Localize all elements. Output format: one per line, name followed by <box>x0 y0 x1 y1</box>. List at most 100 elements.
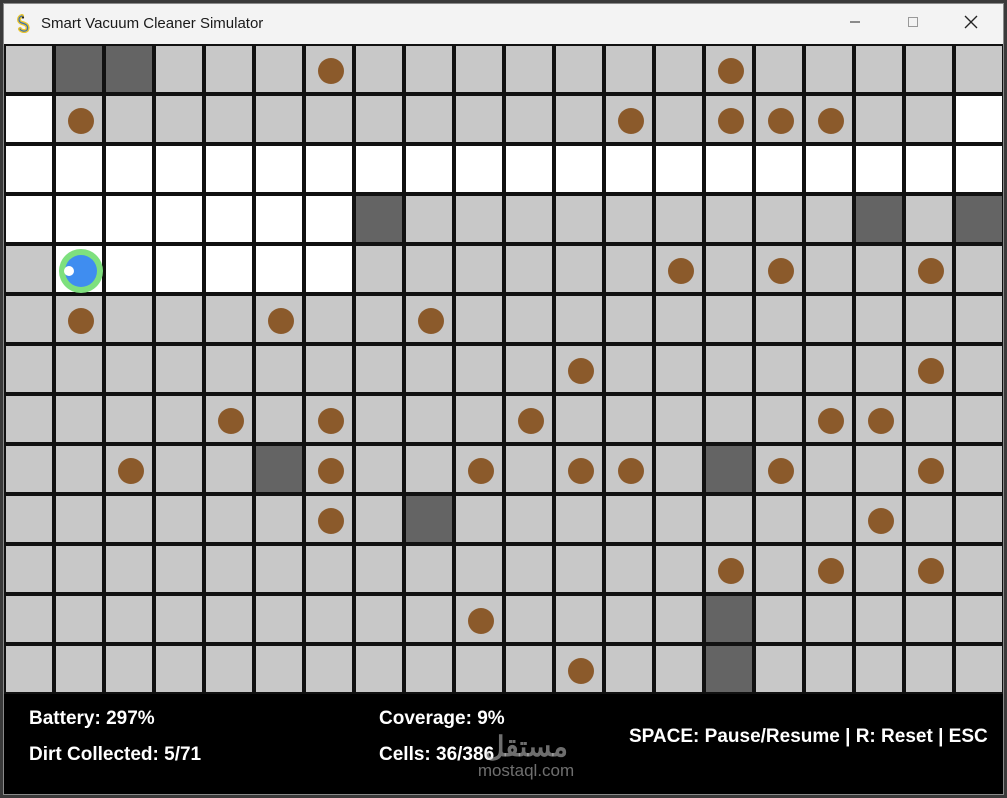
cleaned-cell <box>254 244 304 294</box>
floor-cell <box>504 494 554 544</box>
floor-cell <box>804 344 854 394</box>
dirt-spot <box>868 508 894 534</box>
maximize-button[interactable] <box>884 4 942 44</box>
dirt-spot <box>768 108 794 134</box>
floor-cell <box>404 644 454 694</box>
floor-cell <box>804 644 854 694</box>
obstacle-cell <box>104 44 154 94</box>
floor-cell <box>304 544 354 594</box>
floor-cell <box>354 544 404 594</box>
floor-cell <box>504 394 554 444</box>
floor-cell <box>454 94 504 144</box>
floor-cell <box>604 644 654 694</box>
cleaned-cell <box>254 194 304 244</box>
cleaned-cell <box>254 144 304 194</box>
obstacle-cell <box>954 194 1003 244</box>
floor-cell <box>804 44 854 94</box>
floor-cell <box>504 194 554 244</box>
obstacle-cell <box>404 494 454 544</box>
floor-cell <box>654 344 704 394</box>
floor-cell <box>654 294 704 344</box>
floor-cell <box>904 294 954 344</box>
floor-cell <box>204 594 254 644</box>
floor-cell <box>754 294 804 344</box>
floor-cell <box>54 94 104 144</box>
floor-cell <box>4 594 54 644</box>
dirt-spot <box>318 458 344 484</box>
floor-cell <box>854 594 904 644</box>
floor-cell <box>754 494 804 544</box>
cleaned-cell <box>204 244 254 294</box>
floor-cell <box>654 494 704 544</box>
floor-cell <box>604 244 654 294</box>
floor-cell <box>204 294 254 344</box>
floor-cell <box>754 594 804 644</box>
cleaned-cell <box>504 144 554 194</box>
obstacle-cell <box>704 444 754 494</box>
floor-cell <box>754 644 804 694</box>
dirt-spot <box>218 408 244 434</box>
floor-cell <box>904 44 954 94</box>
dirt-spot <box>318 58 344 84</box>
cleaned-cell <box>604 144 654 194</box>
floor-cell <box>204 344 254 394</box>
dirt-spot <box>618 108 644 134</box>
dirt-spot <box>268 308 294 334</box>
floor-cell <box>804 494 854 544</box>
floor-cell <box>154 44 204 94</box>
floor-cell <box>954 494 1003 544</box>
floor-cell <box>904 644 954 694</box>
cleaned-cell <box>154 194 204 244</box>
floor-cell <box>404 94 454 144</box>
floor-cell <box>454 294 504 344</box>
floor-cell <box>404 444 454 494</box>
dirt-spot <box>768 458 794 484</box>
floor-cell <box>204 494 254 544</box>
minimize-button[interactable] <box>826 4 884 44</box>
floor-cell <box>554 594 604 644</box>
floor-cell <box>204 544 254 594</box>
close-button[interactable] <box>942 4 1000 44</box>
cleaned-cell <box>804 144 854 194</box>
floor-cell <box>654 244 704 294</box>
floor-cell <box>304 94 354 144</box>
floor-cell <box>454 394 504 444</box>
cleaned-cell <box>704 144 754 194</box>
game-canvas[interactable]: Battery: 297% Dirt Collected: 5/71 Cover… <box>4 44 1003 794</box>
cleaned-cell <box>754 144 804 194</box>
floor-cell <box>54 594 104 644</box>
floor-cell <box>254 494 304 544</box>
floor-cell <box>854 94 904 144</box>
dirt-spot <box>518 408 544 434</box>
floor-cell <box>154 544 204 594</box>
cleaned-cell <box>204 194 254 244</box>
floor-cell <box>304 294 354 344</box>
floor-cell <box>854 444 904 494</box>
dirt-collected-readout: Dirt Collected: 5/71 <box>29 744 202 765</box>
floor-cell <box>254 644 304 694</box>
floor-cell <box>904 244 954 294</box>
dirt-spot <box>618 458 644 484</box>
dirt-spot <box>868 408 894 434</box>
floor-cell <box>804 94 854 144</box>
cleaned-cell <box>4 144 54 194</box>
floor-cell <box>854 544 904 594</box>
room-grid <box>4 44 1003 694</box>
title-bar[interactable]: Smart Vacuum Cleaner Simulator <box>4 4 1003 44</box>
dirt-spot <box>318 508 344 534</box>
floor-cell <box>204 44 254 94</box>
cleaned-cell <box>54 194 104 244</box>
floor-cell <box>554 544 604 594</box>
floor-cell <box>754 394 804 444</box>
floor-cell <box>254 394 304 444</box>
floor-cell <box>904 494 954 544</box>
floor-cell <box>154 644 204 694</box>
floor-cell <box>354 94 404 144</box>
floor-cell <box>554 194 604 244</box>
floor-cell <box>454 494 504 544</box>
floor-cell <box>804 594 854 644</box>
floor-cell <box>754 244 804 294</box>
floor-cell <box>654 544 704 594</box>
cleaned-cell <box>54 144 104 194</box>
floor-cell <box>704 344 754 394</box>
